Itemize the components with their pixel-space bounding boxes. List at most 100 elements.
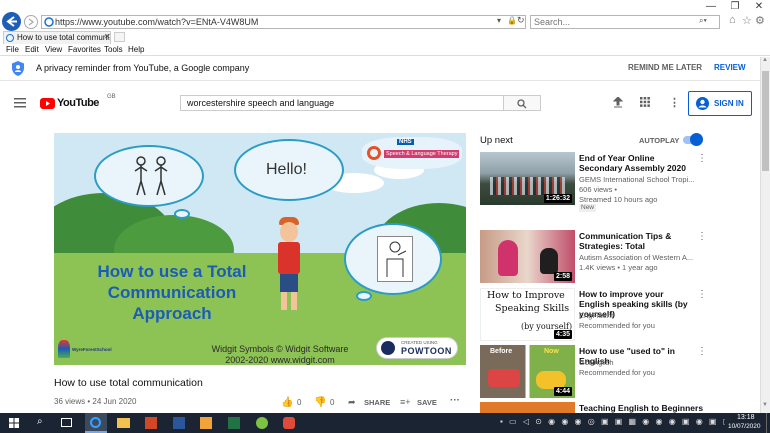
- file-explorer-icon[interactable]: [117, 418, 130, 428]
- taskbar-ie-icon[interactable]: [85, 413, 107, 433]
- system-tray-icons[interactable]: ▪ ▭ ◁ ⊙ ◉ ◉ ◉ ◎ ▣ ▣ ▦ ◉ ◉ ◉ ▣ ◉ ▣ ◻: [500, 417, 725, 429]
- upnext-item[interactable]: Teaching English to Beginners: [480, 402, 705, 413]
- dropdown-icon[interactable]: ▾: [497, 16, 501, 25]
- share-icon: ➦: [348, 397, 356, 407]
- settings-gear-icon[interactable]: ⚙: [755, 14, 765, 27]
- review-button[interactable]: REVIEW: [714, 63, 746, 72]
- close-window-button[interactable]: ✕: [747, 0, 770, 14]
- excel-icon[interactable]: [228, 417, 240, 429]
- apps-grid-icon[interactable]: [640, 97, 650, 107]
- windows-start-icon[interactable]: [9, 418, 19, 428]
- minimize-button[interactable]: —: [699, 0, 723, 14]
- search-icon[interactable]: ⌕▾: [699, 16, 707, 26]
- browser-search-box[interactable]: ⌕▾: [530, 15, 720, 29]
- sign-in-label: SIGN IN: [714, 99, 744, 108]
- menu-help[interactable]: Help: [128, 44, 144, 55]
- card-menu-icon[interactable]: ⋮: [697, 290, 707, 300]
- ie-page-icon: [44, 17, 54, 27]
- app-icon[interactable]: [283, 417, 295, 429]
- card-menu-icon[interactable]: ⋮: [697, 347, 707, 357]
- menu-edit[interactable]: Edit: [25, 44, 39, 55]
- upload-icon[interactable]: [613, 97, 623, 108]
- url-input[interactable]: [55, 16, 475, 28]
- menu-bar: File Edit View Favorites Tools Help: [0, 44, 770, 56]
- video-thumbnail[interactable]: [480, 402, 575, 413]
- nhs-service-text: Speech & Language Therapy: [384, 150, 460, 158]
- home-icon[interactable]: ⌂: [729, 14, 736, 26]
- duration-badge: 2:58: [553, 272, 572, 281]
- youtube-search-input[interactable]: worcestershire speech and language: [187, 98, 334, 108]
- page-scrollbar[interactable]: ▲ ▼: [760, 57, 770, 413]
- word-icon[interactable]: [173, 417, 185, 429]
- video-more-icon[interactable]: ···: [450, 395, 460, 406]
- chrome-icon[interactable]: [256, 417, 268, 429]
- menu-favorites[interactable]: Favorites: [68, 44, 101, 55]
- tab-ie-icon: [6, 34, 14, 42]
- card-menu-icon[interactable]: ⋮: [697, 154, 707, 164]
- taskbar-search-icon[interactable]: ⌕: [37, 416, 43, 427]
- card-views: Recommended for you: [579, 368, 655, 377]
- upnext-item[interactable]: How to Improve Speaking Skills (by yours…: [480, 288, 707, 343]
- nhs-badge: NHS: [397, 139, 414, 145]
- card-menu-icon[interactable]: ⋮: [697, 232, 707, 242]
- share-button[interactable]: ➦ SHARE: [348, 396, 390, 408]
- tab-active[interactable]: How to use total communi...: [3, 31, 111, 44]
- toggle-knob: [690, 133, 703, 146]
- sign-in-button[interactable]: SIGN IN: [688, 91, 752, 116]
- school-logo-icon: [58, 340, 70, 358]
- share-label: SHARE: [364, 398, 391, 407]
- dislike-button[interactable]: 👎 0: [314, 396, 334, 408]
- scroll-down-arrow-icon[interactable]: ▼: [762, 402, 768, 408]
- more-options-icon[interactable]: ⋮: [669, 96, 680, 109]
- card-views: Recommended for you: [579, 321, 655, 330]
- like-button[interactable]: 👍 0: [281, 396, 301, 408]
- lock-icon[interactable]: 🔒: [507, 16, 517, 25]
- youtube-play-icon: [40, 98, 55, 109]
- menu-file[interactable]: File: [6, 44, 19, 55]
- card-channel: EngFluent: [579, 311, 614, 320]
- refresh-icon[interactable]: ↻: [517, 15, 525, 26]
- back-button[interactable]: [2, 12, 21, 31]
- remind-later-button[interactable]: REMIND ME LATER: [628, 63, 702, 72]
- save-button[interactable]: ≡+ SAVE: [400, 396, 437, 408]
- upnext-item[interactable]: 2:58 Communication Tips & Strategies: To…: [480, 230, 707, 285]
- menu-view[interactable]: View: [45, 44, 62, 55]
- forward-button[interactable]: [24, 15, 38, 29]
- hamburger-menu-icon[interactable]: [14, 98, 26, 108]
- upnext-item[interactable]: Before Now 4:44 How to use "used to" in …: [480, 345, 707, 400]
- new-tab-button[interactable]: [114, 32, 125, 42]
- clock-date[interactable]: 10/07/2020: [728, 423, 761, 430]
- upnext-item[interactable]: 1:26:32 End of Year Online Secondary Ass…: [480, 152, 707, 214]
- powerpoint-icon[interactable]: [145, 417, 157, 429]
- school-name: WyreForestSchool: [72, 347, 112, 352]
- credit-line-2: 2002-2020 www.widgit.com: [225, 355, 335, 365]
- sign-symbol-card: [377, 236, 413, 282]
- restore-button[interactable]: ❐: [723, 0, 747, 14]
- magnifier-icon: [517, 99, 527, 109]
- show-desktop-button[interactable]: [766, 413, 770, 433]
- address-bar[interactable]: ▾ 🔒 ↻: [41, 15, 526, 29]
- tab-strip: How to use total communi... ✕: [0, 31, 770, 44]
- clock-time[interactable]: 13:18: [737, 414, 755, 421]
- widgit-credit: Widgit Symbols © Widgit Software 2002-20…: [180, 344, 380, 365]
- tab-close-icon[interactable]: ✕: [104, 32, 111, 41]
- video-overlay-title: How to use a Total Communication Approac…: [72, 261, 272, 324]
- outlook-icon[interactable]: [200, 417, 212, 429]
- thumb-text-2: Speaking Skills: [495, 303, 570, 314]
- autoplay-toggle[interactable]: [683, 133, 703, 146]
- scrollbar-thumb[interactable]: [762, 71, 769, 171]
- thumb-before: Before: [490, 348, 513, 355]
- scroll-up-arrow-icon[interactable]: ▲: [762, 57, 768, 63]
- save-playlist-icon: ≡+: [400, 397, 411, 407]
- privacy-text: A privacy reminder from YouTube, a Googl…: [36, 63, 250, 73]
- task-view-icon[interactable]: [61, 418, 72, 427]
- youtube-search-box[interactable]: worcestershire speech and language: [180, 95, 504, 111]
- up-next-label: Up next: [480, 135, 513, 146]
- thumb-now: Now: [544, 348, 559, 355]
- favorites-star-icon[interactable]: ☆: [742, 14, 752, 27]
- video-player[interactable]: Hello! NHS Speech & Language Therapy How…: [54, 133, 466, 365]
- browser-search-input[interactable]: [534, 16, 694, 28]
- card-title: Communication Tips & Strategies: Total: [579, 231, 672, 251]
- youtube-search-button[interactable]: [504, 95, 541, 111]
- menu-tools[interactable]: Tools: [104, 44, 123, 55]
